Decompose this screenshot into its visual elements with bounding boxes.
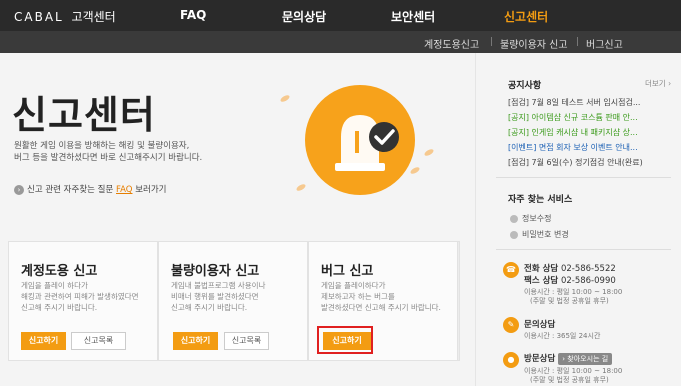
subnav-bad-user[interactable]: 불량이용자 신고 <box>500 36 568 51</box>
faq-service-title: 자주 찾는 서비스 <box>508 195 573 205</box>
notice-item[interactable]: [공지] 아이템샵 신규 코스튬 판매 안... <box>508 112 668 123</box>
more-link[interactable]: 더보기 › <box>645 78 671 89</box>
faq-link-prefix: 신고 관련 자주찾는 질문 <box>27 185 114 195</box>
phone-hours-note: (주말 및 법정 공휴일 휴무) <box>530 297 609 305</box>
nav-inquiry[interactable]: 문의상담 <box>282 8 326 25</box>
desc-line-1: 원활한 게임 이용을 방해하는 해킹 및 불량이용자, <box>14 141 190 151</box>
nav-faq[interactable]: FAQ <box>180 8 206 22</box>
card-description: 게임을 플레이 하다가 해킹과 관련하여 피해가 발생하였다면 신고해 주시기 바랍… <box>21 281 139 312</box>
logo[interactable]: CABAL 고객센터 <box>14 8 116 25</box>
location-pin-icon: ● <box>503 352 519 368</box>
card-bad-user: 불량이용자 신고 게임내 불법프로그램 사용이나 비매너 행위를 발견하셨다면 신고… <box>158 241 308 361</box>
inquiry-hours: 이용시간 : 365일 24시간 <box>524 332 601 340</box>
divider <box>496 249 671 250</box>
phone-icon: ☎ <box>503 262 519 278</box>
nav-report-center[interactable]: 신고센터 <box>504 8 548 25</box>
card-title: 버그 신고 <box>321 264 374 279</box>
inquiry-contact[interactable]: 문의상담 <box>524 318 555 330</box>
notice-title: 공지사항 <box>508 81 542 91</box>
lock-icon <box>510 230 518 239</box>
notice-item[interactable]: [공지] 인게임 캐시샵 내 패키지샵 상... <box>508 127 668 138</box>
faq-link-text[interactable]: FAQ <box>116 185 132 195</box>
card-description: 게임내 불법프로그램 사용이나 비매너 행위를 발견하셨다면 신고해 주시기 바랍니… <box>171 281 266 312</box>
report-button[interactable]: 신고하기 <box>173 332 218 350</box>
desc-line-2: 버그 등을 발견하셨다면 바로 신고해주시기 바랍니다. <box>14 153 203 163</box>
subnav-account-theft[interactable]: 계정도용신고 <box>424 36 479 51</box>
notice-item[interactable]: [점검] 7월 6일(수) 정기점검 안내(완료) <box>508 157 668 168</box>
subnav-bug[interactable]: 버그신고 <box>586 36 623 51</box>
report-list-button[interactable]: 신고목록 <box>224 332 269 350</box>
faq-item-info-edit[interactable]: 정보수정 <box>510 213 551 224</box>
nav-security[interactable]: 보안센터 <box>391 8 435 25</box>
phone-contact: 전화 상담 02-586-5522 <box>524 264 616 274</box>
report-button[interactable]: 신고하기 <box>21 332 66 350</box>
faq-item-password[interactable]: 비밀번호 변경 <box>510 229 569 240</box>
chat-icon: ✎ <box>503 317 519 333</box>
card-account-theft: 계정도용 신고 게임을 플레이 하다가 해킹과 관련하여 피해가 발생하였다면 신고… <box>8 241 158 361</box>
visit-contact: 방문상담 › 찾아오시는 길 <box>524 352 613 365</box>
page-title: 신고센터 <box>12 93 156 137</box>
highlight-box <box>317 326 373 354</box>
sub-nav-bar <box>0 31 681 53</box>
fax-contact: 팩스 상담 02-586-0990 <box>524 276 616 286</box>
directions-chip[interactable]: › 찾아오시는 길 <box>558 352 613 365</box>
logo-suffix: 고객센터 <box>71 10 116 24</box>
person-icon <box>510 214 518 223</box>
subnav-divider <box>577 37 578 46</box>
logo-brand: CABAL <box>14 10 64 24</box>
card-title: 계정도용 신고 <box>21 264 98 279</box>
page-description: 원활한 게임 이용을 방해하는 해킹 및 불량이용자, 버그 등을 발견하셨다면… <box>14 140 244 164</box>
divider <box>496 177 671 178</box>
faq-link-suffix: 보러가기 <box>135 185 167 195</box>
card-description: 게임을 플레이하다가 제보하고자 하는 버그를 발견하셨다면 신고해 주시기 바랍니… <box>321 281 441 312</box>
notice-item[interactable]: [이벤트] 면접 회자 보상 이벤트 안내... <box>508 142 668 153</box>
siren-illustration-icon <box>305 85 415 195</box>
notice-item[interactable]: [점검] 7월 8일 테스트 서버 임시점검... <box>508 97 668 108</box>
faq-shortcut-link[interactable]: › 신고 관련 자주찾는 질문 FAQ 보러가기 <box>14 183 166 195</box>
siren-icon <box>335 115 399 171</box>
visit-hours-note: (주말 및 법정 공휴일 휴무) <box>530 376 609 384</box>
subnav-divider <box>491 37 492 46</box>
arrow-right-icon: › <box>14 184 24 195</box>
report-list-button[interactable]: 신고목록 <box>71 332 126 350</box>
card-title: 불량이용자 신고 <box>171 264 260 279</box>
